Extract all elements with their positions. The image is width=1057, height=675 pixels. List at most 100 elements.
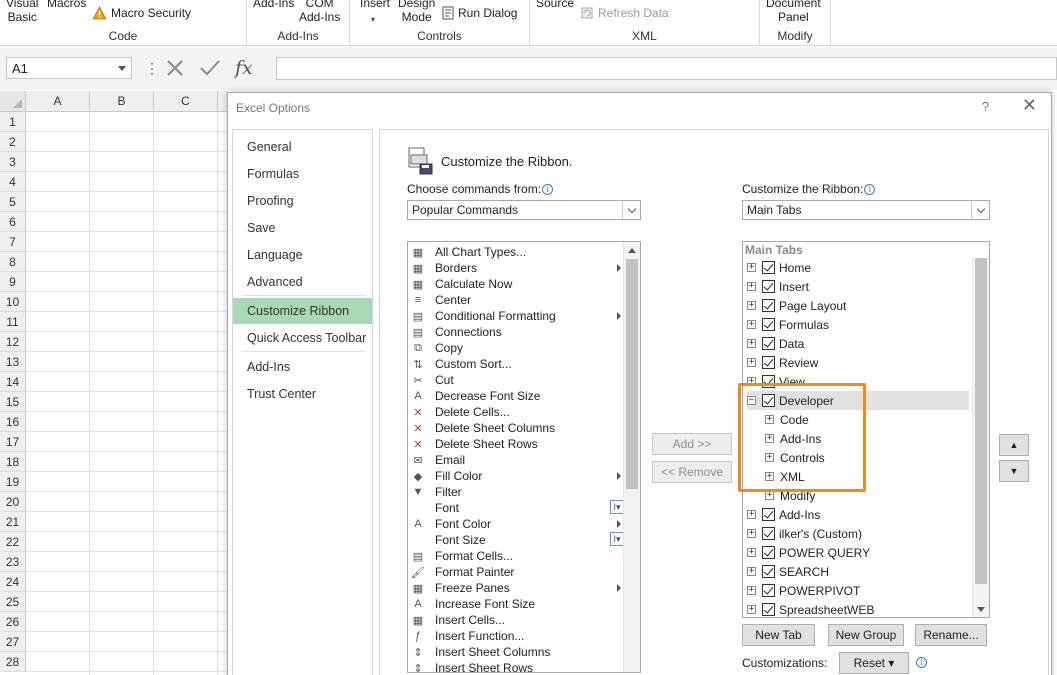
row-header[interactable]: 6 xyxy=(0,212,26,232)
info-icon[interactable]: i xyxy=(864,184,876,195)
nav-language[interactable]: Language xyxy=(233,242,372,268)
tree-node[interactable]: + Add-Ins xyxy=(747,505,969,524)
customize-ribbon-select[interactable]: Main Tabs xyxy=(742,200,990,220)
list-item[interactable]: ▦ Freeze Panes xyxy=(408,580,621,596)
tree-scrollbar[interactable] xyxy=(972,258,989,617)
tree-node[interactable]: + SpreadsheetWEB xyxy=(747,600,969,617)
nav-quick-access-toolbar[interactable]: Quick Access Toolbar xyxy=(233,325,372,351)
expand-icon[interactable]: + xyxy=(747,510,756,519)
checkbox[interactable] xyxy=(762,394,775,407)
row-header[interactable]: 2 xyxy=(0,132,26,152)
commands-scrollbar[interactable] xyxy=(623,242,640,672)
list-item[interactable]: ⇕ Insert Sheet Rows xyxy=(408,660,618,672)
tree-node[interactable]: + Data xyxy=(747,334,969,353)
tree-node[interactable]: + Page Layout xyxy=(747,296,969,315)
expand-icon[interactable]: + xyxy=(765,434,774,443)
tree-node[interactable]: + Review xyxy=(747,353,969,372)
row-header[interactable]: 9 xyxy=(0,272,26,292)
expand-icon[interactable]: + xyxy=(747,377,756,386)
checkbox[interactable] xyxy=(762,565,775,578)
tree-node[interactable]: + XML xyxy=(765,467,969,486)
rename-button[interactable]: Rename... xyxy=(915,624,987,646)
expand-icon[interactable]: + xyxy=(765,491,774,500)
reset-button[interactable]: Reset ▾ xyxy=(839,652,909,674)
row-header[interactable]: 12 xyxy=(0,332,26,352)
checkbox[interactable] xyxy=(762,318,775,331)
macro-security-button[interactable]: Macro Security xyxy=(92,6,191,20)
tree-node[interactable]: + Insert xyxy=(747,277,969,296)
row-header[interactable]: 19 xyxy=(0,472,26,492)
list-item[interactable]: ⇕ Insert Sheet Columns xyxy=(408,644,618,660)
move-up-button[interactable]: ▲ xyxy=(999,434,1029,456)
row-header[interactable]: 14 xyxy=(0,372,26,392)
com-addins-button[interactable]: COM Add-Ins xyxy=(299,0,340,24)
expand-icon[interactable]: + xyxy=(747,567,756,576)
cells-area[interactable] xyxy=(26,112,228,675)
list-item[interactable]: Font Size I▾ xyxy=(408,532,624,548)
row-header[interactable]: 17 xyxy=(0,432,26,452)
tree-node[interactable]: + View xyxy=(747,372,969,391)
add-button[interactable]: Add >> xyxy=(652,433,732,455)
tree-node[interactable]: + Controls xyxy=(765,448,969,467)
row-header[interactable]: 22 xyxy=(0,532,26,552)
nav-general[interactable]: General xyxy=(233,134,372,160)
nav-proofing[interactable]: Proofing xyxy=(233,188,372,214)
expand-icon[interactable]: + xyxy=(747,339,756,348)
expand-icon[interactable]: + xyxy=(765,415,774,424)
row-header[interactable]: 27 xyxy=(0,632,26,652)
list-item[interactable]: A Decrease Font Size xyxy=(408,388,618,404)
commands-list[interactable]: ▦ All Chart Types... ▦ Borders ▦ Calculate No… xyxy=(407,241,641,673)
list-item[interactable]: ▦ Insert Cells... xyxy=(408,612,618,628)
ribbon-tabs-tree[interactable]: Main Tabs + Home + Insert + Page Layout + Formu… xyxy=(742,241,990,618)
row-header[interactable]: 21 xyxy=(0,512,26,532)
select-all-button[interactable] xyxy=(0,91,26,112)
nav-addins[interactable]: Add-Ins xyxy=(233,354,372,380)
cancel-icon[interactable] xyxy=(165,58,185,78)
remove-button[interactable]: << Remove xyxy=(652,461,732,483)
tree-node[interactable]: + POWER QUERY xyxy=(747,543,969,562)
row-header[interactable]: 11 xyxy=(0,312,26,332)
list-item[interactable]: A Increase Font Size xyxy=(408,596,618,612)
column-header-a[interactable]: A xyxy=(26,91,90,112)
expand-icon[interactable]: + xyxy=(747,358,756,367)
list-item[interactable]: ▤ Connections xyxy=(408,324,618,340)
row-header[interactable]: 23 xyxy=(0,552,26,572)
scroll-up-icon[interactable] xyxy=(624,242,640,258)
info-icon[interactable]: i xyxy=(916,657,927,668)
name-box[interactable]: A1 xyxy=(6,57,132,79)
row-header[interactable]: 7 xyxy=(0,232,26,252)
addins-button[interactable]: Add-Ins xyxy=(253,0,294,10)
scroll-down-icon[interactable] xyxy=(973,601,989,617)
insert-function-icon[interactable]: fx xyxy=(235,57,253,79)
list-item[interactable]: ✉ Email xyxy=(408,452,618,468)
row-header[interactable]: 15 xyxy=(0,392,26,412)
row-header[interactable]: 1 xyxy=(0,112,26,132)
checkbox[interactable] xyxy=(762,375,775,388)
row-header[interactable]: 4 xyxy=(0,172,26,192)
list-item[interactable]: ▼ Filter xyxy=(408,484,618,500)
column-header-c[interactable]: C xyxy=(154,91,218,112)
list-item[interactable]: ▦ Borders xyxy=(408,260,621,276)
formula-input[interactable] xyxy=(276,57,1057,80)
source-button[interactable]: Source xyxy=(536,0,574,10)
visual-basic-button[interactable]: Visual Basic xyxy=(6,0,38,24)
list-item[interactable]: ▦ All Chart Types... xyxy=(408,244,618,260)
chevron-down-icon[interactable] xyxy=(622,201,640,219)
list-item[interactable]: ✕ Delete Sheet Columns xyxy=(408,420,618,436)
checkbox[interactable] xyxy=(762,337,775,350)
row-header[interactable]: 16 xyxy=(0,412,26,432)
list-item[interactable]: ◆ Fill Color xyxy=(408,468,621,484)
tree-node[interactable]: + SEARCH xyxy=(747,562,969,581)
list-item[interactable]: ✕ Delete Cells... xyxy=(408,404,618,420)
tree-node[interactable]: + Formulas xyxy=(747,315,969,334)
checkbox[interactable] xyxy=(762,261,775,274)
checkbox[interactable] xyxy=(762,527,775,540)
expand-icon[interactable]: + xyxy=(765,453,774,462)
list-item[interactable]: ≡ Center xyxy=(408,292,618,308)
row-header[interactable]: 25 xyxy=(0,592,26,612)
run-dialog-button[interactable]: Run Dialog xyxy=(442,6,517,20)
chevron-down-icon[interactable] xyxy=(971,201,989,219)
nav-customize-ribbon[interactable]: Customize Ribbon xyxy=(233,298,372,324)
list-item[interactable]: 🖌 Format Painter xyxy=(408,564,618,580)
list-item[interactable]: A Font Color xyxy=(408,516,621,532)
